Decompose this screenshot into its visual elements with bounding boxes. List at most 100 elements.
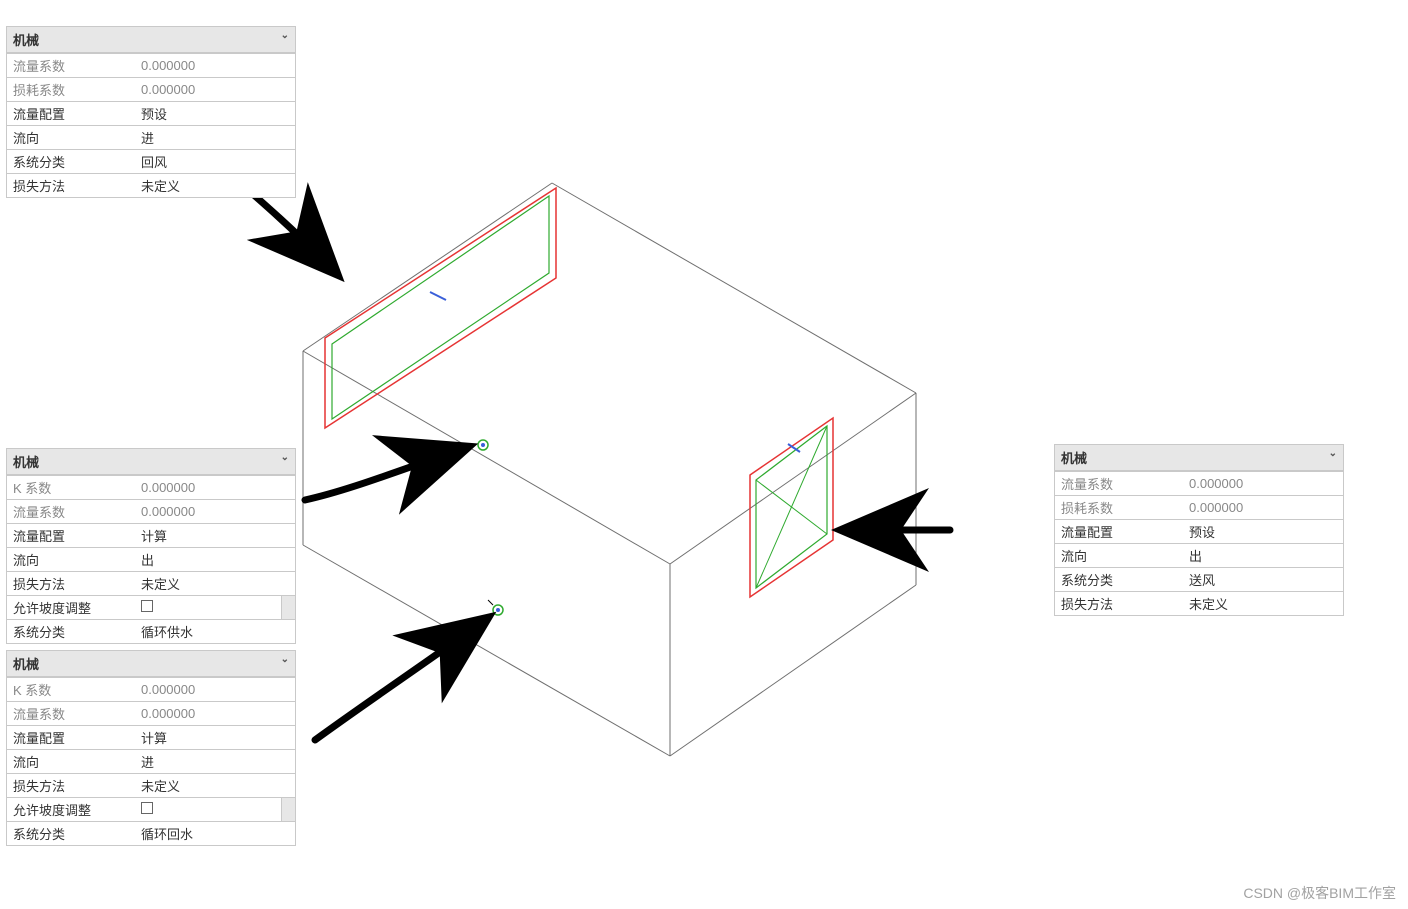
prop-value[interactable]: 循环回水	[135, 822, 295, 846]
prop-row: 损失方法未定义	[7, 774, 295, 798]
prop-row: 允许坡度调整	[7, 596, 295, 620]
panel-header[interactable]: 机械 ⌄	[7, 27, 295, 53]
prop-row: 流量系数0.000000	[7, 500, 295, 524]
prop-value[interactable]: 出	[1183, 544, 1343, 568]
panel-header[interactable]: 机械 ⌄	[7, 651, 295, 677]
connector-pipe-in	[488, 600, 503, 615]
panel-bottom-left: 机械 ⌄ K 系数0.000000流量系数0.000000流量配置计算流向进损失…	[6, 650, 296, 846]
prop-value[interactable]: 未定义	[135, 774, 295, 798]
prop-label: 流量配置	[7, 102, 135, 126]
panel-right: 机械 ⌄ 流量系数0.000000损耗系数0.000000流量配置预设流向出系统…	[1054, 444, 1344, 616]
panel-title: 机械	[1061, 451, 1087, 466]
row-action-button[interactable]	[281, 798, 295, 821]
collapse-icon[interactable]: ⌄	[281, 452, 289, 463]
prop-label: K 系数	[7, 476, 135, 500]
prop-value[interactable]: 未定义	[135, 572, 295, 596]
prop-value[interactable]: 进	[135, 126, 295, 150]
prop-row: 损失方法未定义	[7, 572, 295, 596]
prop-value[interactable]	[135, 596, 295, 620]
prop-row: 流量系数0.000000	[1055, 472, 1343, 496]
panel-top-left: 机械 ⌄ 流量系数0.000000损耗系数0.000000流量配置预设流向进系统…	[6, 26, 296, 198]
prop-value: 0.000000	[135, 78, 295, 102]
prop-value[interactable]: 计算	[135, 726, 295, 750]
prop-row: 流量系数0.000000	[7, 54, 295, 78]
prop-label: 流量配置	[7, 726, 135, 750]
prop-row: 损失方法未定义	[1055, 592, 1343, 616]
prop-value: 0.000000	[1183, 472, 1343, 496]
prop-row: 流向进	[7, 750, 295, 774]
prop-value[interactable]: 循环供水	[135, 620, 295, 644]
panel-header[interactable]: 机械 ⌄	[1055, 445, 1343, 471]
prop-value[interactable]: 进	[135, 750, 295, 774]
watermark-text: CSDN @极客BIM工作室	[1243, 883, 1396, 903]
prop-label: 流量配置	[7, 524, 135, 548]
prop-value[interactable]: 送风	[1183, 568, 1343, 592]
prop-value[interactable]	[135, 798, 295, 822]
panel-title: 机械	[13, 657, 39, 672]
props-table: K 系数0.000000流量系数0.000000流量配置计算流向出损失方法未定义…	[7, 475, 295, 643]
prop-row: K 系数0.000000	[7, 678, 295, 702]
collapse-icon[interactable]: ⌄	[281, 30, 289, 41]
prop-label: K 系数	[7, 678, 135, 702]
props-table: 流量系数0.000000损耗系数0.000000流量配置预设流向进系统分类回风损…	[7, 53, 295, 197]
prop-label: 损耗系数	[7, 78, 135, 102]
panel-title: 机械	[13, 455, 39, 470]
prop-label: 损失方法	[7, 174, 135, 198]
prop-row: 流量配置预设	[1055, 520, 1343, 544]
prop-value: 0.000000	[135, 500, 295, 524]
prop-row: 损耗系数0.000000	[7, 78, 295, 102]
prop-label: 流向	[7, 750, 135, 774]
prop-row: 系统分类送风	[1055, 568, 1343, 592]
prop-label: 损失方法	[7, 572, 135, 596]
prop-value[interactable]: 计算	[135, 524, 295, 548]
prop-label: 流向	[7, 548, 135, 572]
prop-row: 流向进	[7, 126, 295, 150]
collapse-icon[interactable]: ⌄	[281, 654, 289, 665]
prop-label: 允许坡度调整	[7, 596, 135, 620]
prop-label: 系统分类	[7, 150, 135, 174]
prop-value[interactable]: 出	[135, 548, 295, 572]
prop-value[interactable]: 未定义	[135, 174, 295, 198]
prop-row: K 系数0.000000	[7, 476, 295, 500]
prop-label: 流量系数	[1055, 472, 1183, 496]
prop-value: 0.000000	[135, 702, 295, 726]
model-box	[303, 183, 916, 756]
prop-row: 流向出	[7, 548, 295, 572]
prop-label: 系统分类	[1055, 568, 1183, 592]
prop-label: 流量系数	[7, 500, 135, 524]
panel-mid-left: 机械 ⌄ K 系数0.000000流量系数0.000000流量配置计算流向出损失…	[6, 448, 296, 644]
row-action-button[interactable]	[281, 596, 295, 619]
panel-header[interactable]: 机械 ⌄	[7, 449, 295, 475]
checkbox-icon[interactable]	[141, 802, 153, 814]
prop-value[interactable]: 预设	[135, 102, 295, 126]
prop-row: 流量配置计算	[7, 524, 295, 548]
props-table: K 系数0.000000流量系数0.000000流量配置计算流向进损失方法未定义…	[7, 677, 295, 845]
collapse-icon[interactable]: ⌄	[1329, 448, 1337, 459]
prop-row: 损失方法未定义	[7, 174, 295, 198]
prop-row: 系统分类循环回水	[7, 822, 295, 846]
prop-label: 系统分类	[7, 620, 135, 644]
prop-label: 流量配置	[1055, 520, 1183, 544]
prop-row: 流量配置计算	[7, 726, 295, 750]
connector-supply-air	[750, 418, 833, 597]
prop-value[interactable]: 回风	[135, 150, 295, 174]
prop-value[interactable]: 预设	[1183, 520, 1343, 544]
prop-row: 允许坡度调整	[7, 798, 295, 822]
prop-label: 系统分类	[7, 822, 135, 846]
prop-row: 流向出	[1055, 544, 1343, 568]
prop-row: 流量系数0.000000	[7, 702, 295, 726]
prop-label: 流向	[7, 126, 135, 150]
callout-arrows	[225, 170, 950, 740]
props-table: 流量系数0.000000损耗系数0.000000流量配置预设流向出系统分类送风损…	[1055, 471, 1343, 615]
prop-label: 流向	[1055, 544, 1183, 568]
prop-row: 系统分类循环供水	[7, 620, 295, 644]
prop-label: 流量系数	[7, 54, 135, 78]
prop-value[interactable]: 未定义	[1183, 592, 1343, 616]
prop-label: 损失方法	[7, 774, 135, 798]
prop-label: 流量系数	[7, 702, 135, 726]
panel-title: 机械	[13, 33, 39, 48]
prop-label: 允许坡度调整	[7, 798, 135, 822]
checkbox-icon[interactable]	[141, 600, 153, 612]
prop-row: 流量配置预设	[7, 102, 295, 126]
prop-label: 损耗系数	[1055, 496, 1183, 520]
